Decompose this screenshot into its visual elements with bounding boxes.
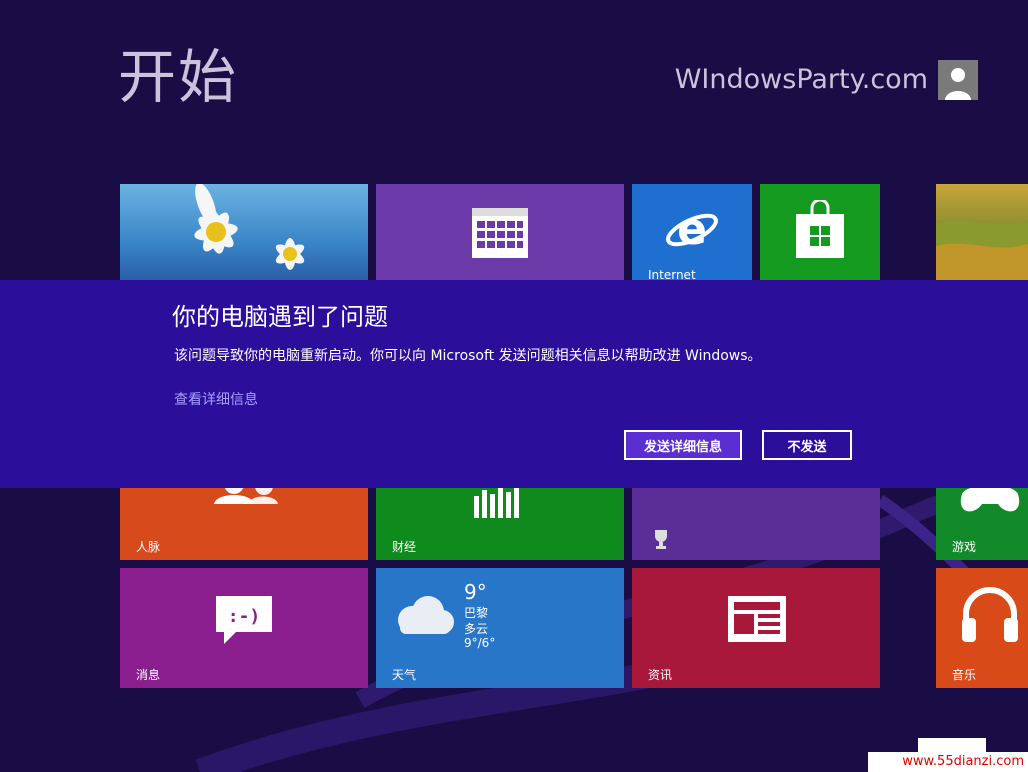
user-name[interactable]: WIndowsParty.com: [675, 62, 928, 98]
dont-send-button[interactable]: 不发送: [762, 430, 852, 460]
tile-calendar[interactable]: [376, 184, 624, 280]
tile-label: 财经: [392, 540, 417, 554]
svg-text::-): :-): [228, 606, 261, 627]
calendar-icon: [472, 208, 528, 258]
tile-desktop[interactable]: [936, 184, 1028, 280]
dialog-title: 你的电脑遇到了问题: [172, 303, 388, 331]
weather-city: 巴黎: [464, 606, 489, 620]
tile-label: 天气: [392, 668, 417, 682]
tile-messaging[interactable]: :-) 消息: [120, 568, 368, 688]
tile-store[interactable]: [760, 184, 880, 280]
tile-label: 消息: [136, 668, 161, 682]
cloud-icon: [398, 596, 454, 634]
problem-dialog: 你的电脑遇到了问题 该问题导致你的电脑重新启动。你可以向 Microsoft 发…: [0, 280, 1028, 488]
tile-photos[interactable]: [120, 184, 368, 280]
weather-condition: 多云: [464, 622, 489, 636]
send-details-button[interactable]: 发送详细信息: [624, 430, 742, 460]
store-bag-icon: [796, 200, 844, 258]
tile-xbox-games[interactable]: [632, 488, 880, 560]
messaging-icon: :-): [216, 596, 272, 644]
tile-label: 人脉: [136, 540, 161, 554]
tile-finance[interactable]: 财经: [376, 488, 624, 560]
tile-games[interactable]: 游戏: [936, 488, 1028, 560]
tile-label: 资讯: [648, 668, 673, 682]
view-details-link[interactable]: 查看详细信息: [174, 390, 258, 410]
weather-temperature: 9°: [464, 580, 487, 604]
user-avatar[interactable]: [938, 60, 978, 100]
start-title: 开始: [118, 43, 239, 111]
user-silhouette-icon: [938, 60, 978, 100]
tile-people[interactable]: 人脉: [120, 488, 368, 560]
tile-internet-explorer[interactable]: e Internet: [632, 184, 752, 280]
headphones-icon: [962, 587, 1018, 642]
newspaper-icon: [728, 596, 786, 642]
watermark-background: [918, 738, 986, 752]
landscape-photo-icon: [936, 220, 1028, 280]
tile-music[interactable]: 音乐: [936, 568, 1028, 688]
game-controller-icon: [960, 488, 1020, 512]
people-icon: [214, 488, 278, 504]
internet-explorer-icon: e: [666, 204, 718, 255]
trophy-icon: [655, 530, 667, 549]
tile-label: 音乐: [952, 668, 977, 682]
tile-label: Internet: [648, 268, 696, 280]
finance-chart-icon: [474, 488, 519, 518]
tile-news[interactable]: 资讯: [632, 568, 880, 688]
daisy-photo-icon: [194, 184, 305, 270]
svg-text:e: e: [677, 204, 707, 255]
tile-weather[interactable]: 9° 巴黎 多云 9°/6° 天气: [376, 568, 624, 688]
tile-label: 游戏: [952, 540, 977, 554]
weather-range: 9°/6°: [464, 636, 496, 650]
dialog-message: 该问题导致你的电脑重新启动。你可以向 Microsoft 发送问题相关信息以帮助…: [174, 348, 762, 364]
site-watermark: www.55dianzi.com: [868, 752, 1028, 772]
